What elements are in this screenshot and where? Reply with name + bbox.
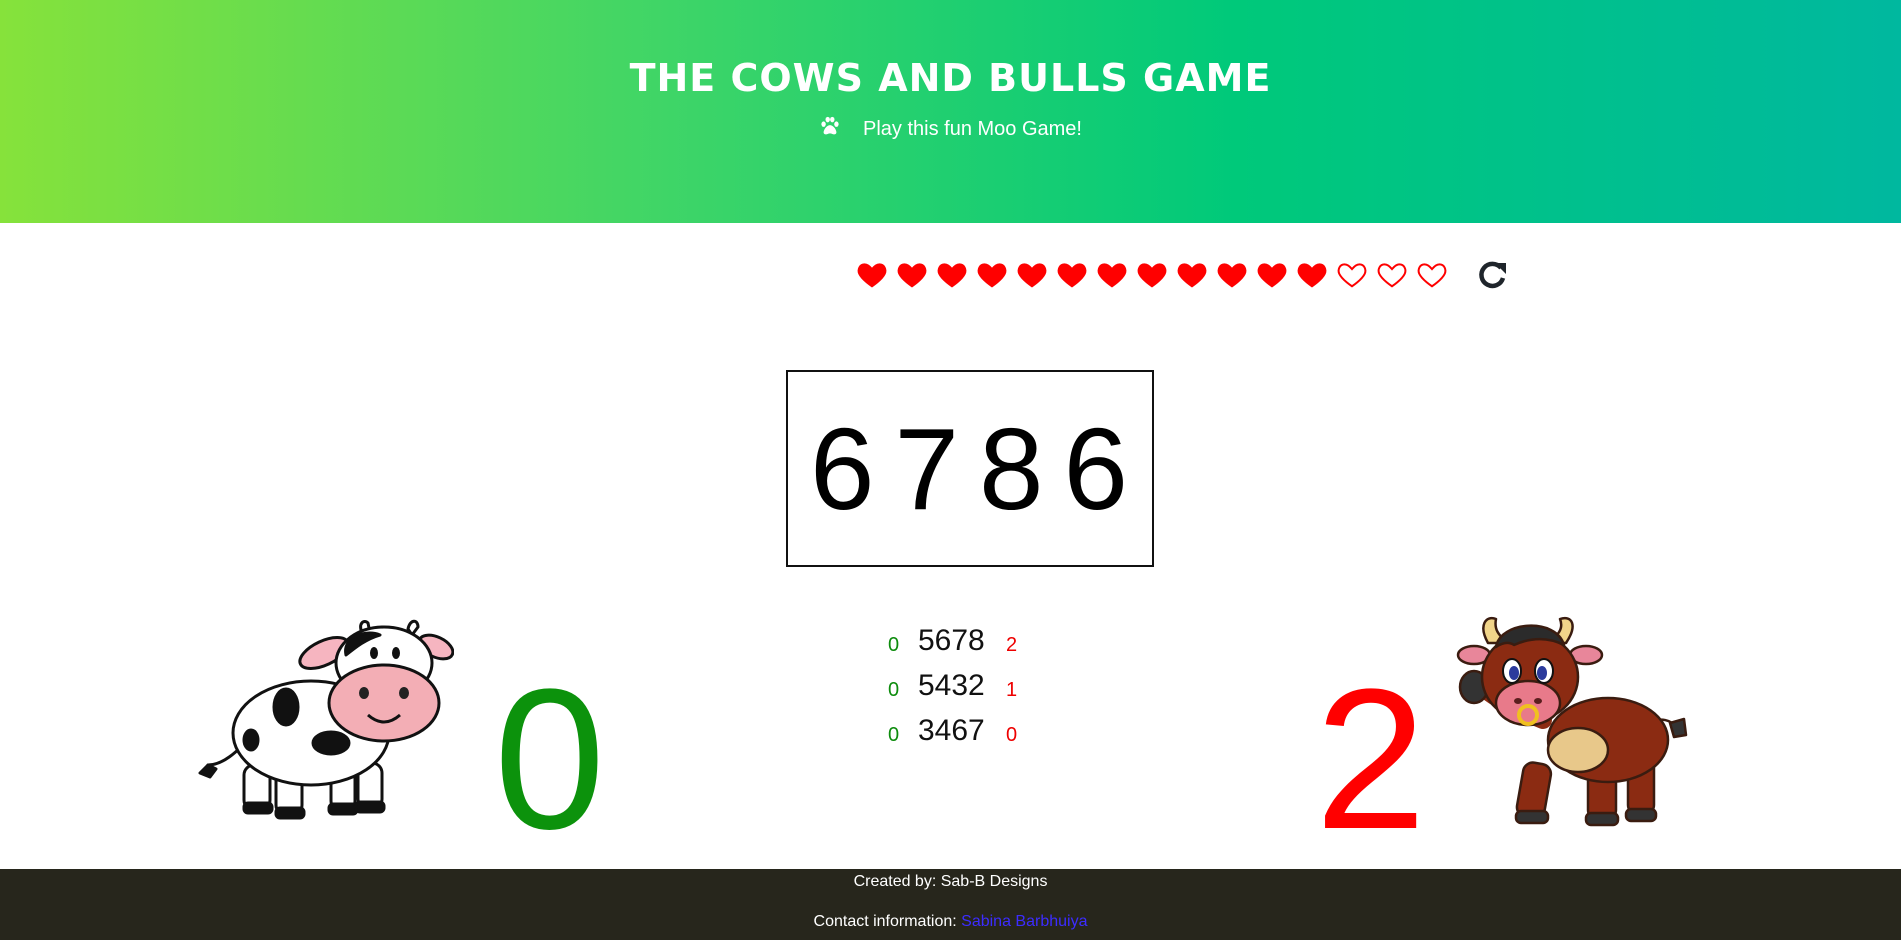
heart-full-icon bbox=[976, 260, 1008, 290]
heart-full-icon bbox=[1296, 260, 1328, 290]
heart-full-icon bbox=[896, 260, 928, 290]
bull-illustration bbox=[1448, 615, 1693, 835]
history-bulls: 2 bbox=[1006, 634, 1018, 656]
page-header: THE COWS AND BULLS GAME Play this fun Mo… bbox=[0, 0, 1901, 223]
current-guess: 6786 bbox=[809, 403, 1149, 534]
refresh-icon bbox=[1479, 261, 1506, 289]
paw-icon bbox=[819, 115, 841, 143]
heart-empty-icon bbox=[1376, 260, 1408, 290]
heart-full-icon bbox=[1016, 260, 1048, 290]
heart-full-icon bbox=[1176, 260, 1208, 290]
game-title: THE COWS AND BULLS GAME bbox=[629, 56, 1272, 100]
game-subtitle: Play this fun Moo Game! bbox=[0, 115, 1901, 143]
guess-display[interactable]: 6786 bbox=[786, 370, 1154, 567]
reset-button[interactable] bbox=[1475, 259, 1509, 293]
history-cows: 0 bbox=[888, 634, 900, 656]
history-row: 0 5432 1 bbox=[880, 667, 1060, 712]
heart-full-icon bbox=[1056, 260, 1088, 290]
history-bulls: 1 bbox=[1006, 679, 1018, 701]
history-cows: 0 bbox=[888, 724, 900, 746]
history-guess: 5432 bbox=[918, 669, 985, 702]
history-cows: 0 bbox=[888, 679, 900, 701]
heart-full-icon bbox=[856, 260, 888, 290]
page-footer: Created by: Sab-B Designs Contact inform… bbox=[0, 869, 1901, 940]
heart-full-icon bbox=[936, 260, 968, 290]
subtitle-text: Play this fun Moo Game! bbox=[863, 117, 1082, 140]
contact-link[interactable]: Sabina Barbhuiya bbox=[961, 913, 1087, 930]
created-by: Created by: Sab-B Designs bbox=[853, 873, 1048, 890]
heart-full-icon bbox=[1136, 260, 1168, 290]
cows-score: 0 bbox=[494, 648, 606, 871]
history-bulls: 0 bbox=[1006, 724, 1018, 746]
cow-illustration bbox=[196, 615, 455, 820]
lives-hearts bbox=[856, 260, 1448, 290]
heart-full-icon bbox=[1216, 260, 1248, 290]
history-row: 0 5678 2 bbox=[880, 622, 1060, 667]
bulls-score: 2 bbox=[1315, 648, 1427, 871]
history-guess: 3467 bbox=[918, 714, 985, 747]
heart-full-icon bbox=[1096, 260, 1128, 290]
history-row: 0 3467 0 bbox=[880, 712, 1060, 757]
heart-empty-icon bbox=[1416, 260, 1448, 290]
history-guess: 5678 bbox=[918, 624, 985, 657]
contact-label: Contact information: bbox=[813, 913, 957, 930]
contact-info: Contact information: Sabina Barbhuiya bbox=[0, 913, 1901, 931]
guess-history: 0 5678 2 0 5432 1 0 3467 0 bbox=[880, 622, 1060, 757]
heart-full-icon bbox=[1256, 260, 1288, 290]
heart-empty-icon bbox=[1336, 260, 1368, 290]
